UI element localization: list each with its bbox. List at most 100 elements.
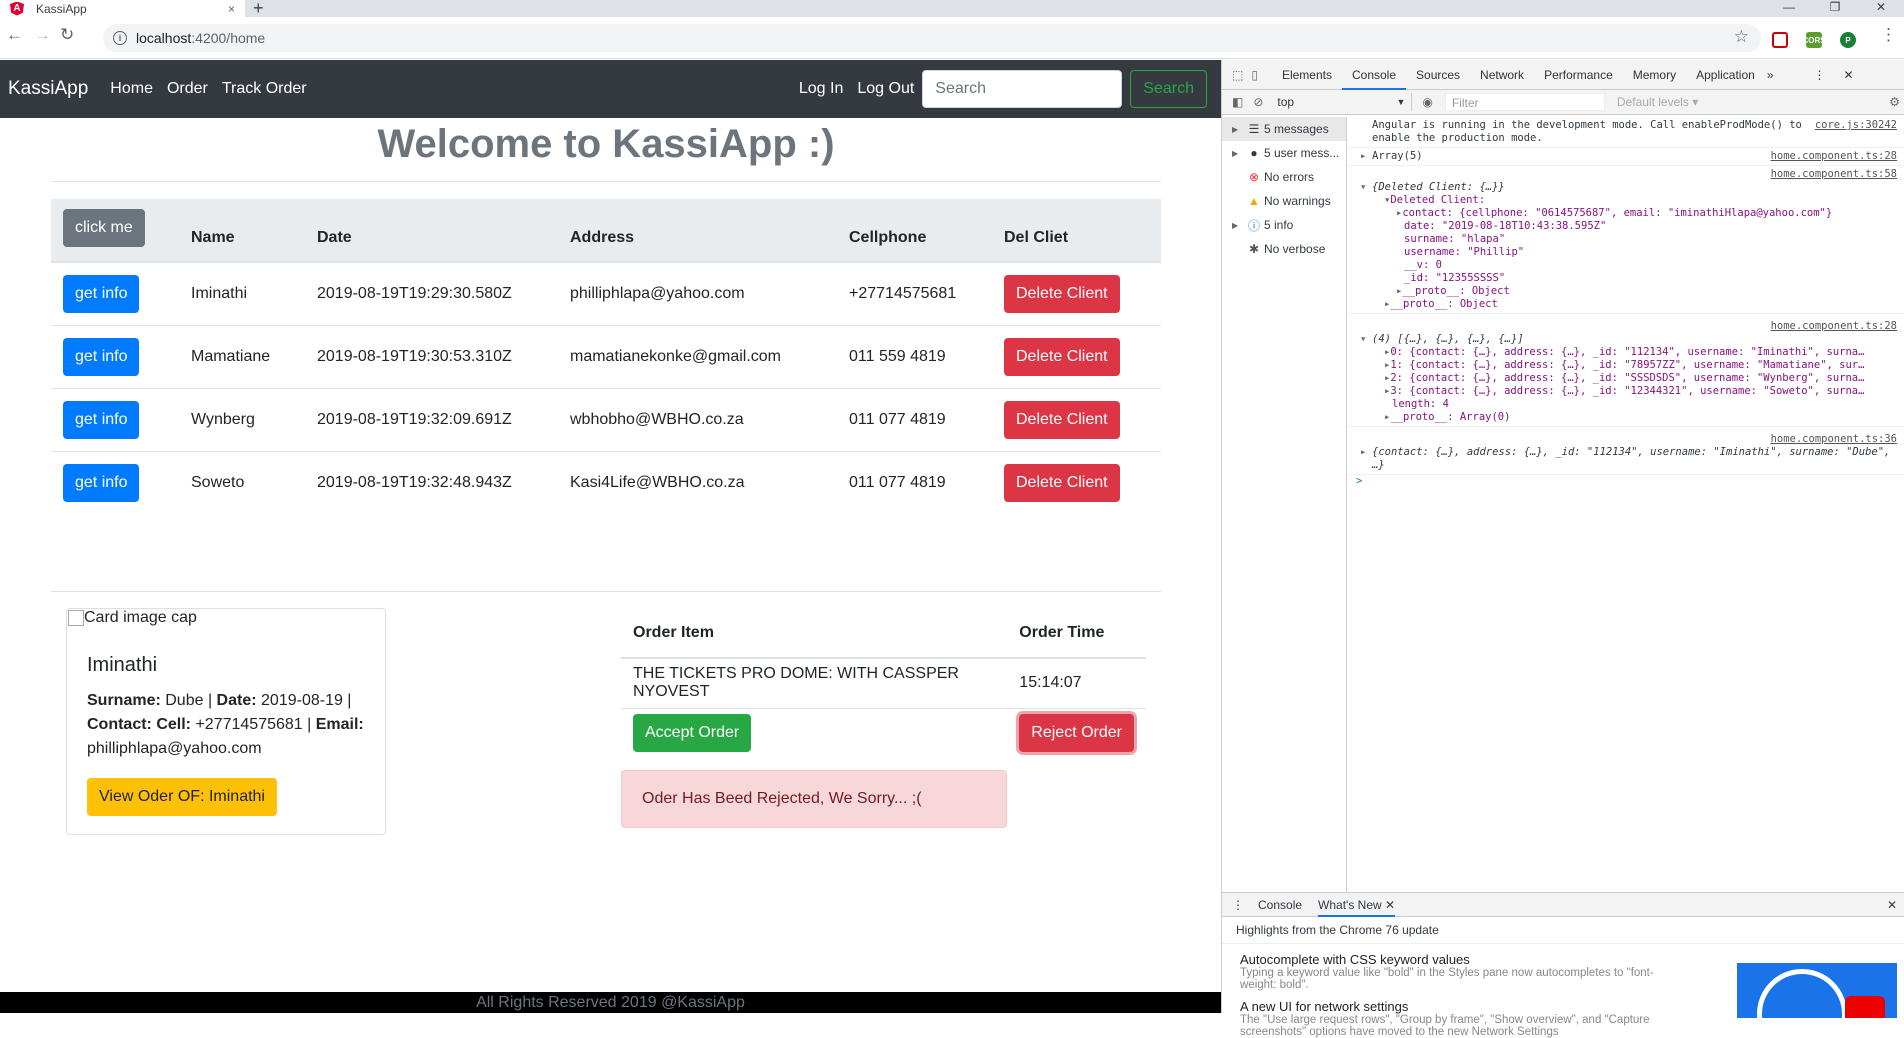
restore-icon[interactable]: ❐ [1812, 0, 1858, 17]
expand-arrow-icon[interactable]: ▾ [1360, 333, 1366, 346]
get-info-button[interactable]: get info [63, 274, 140, 313]
error-icon: ⊗ [1248, 170, 1260, 184]
url-path: :4200/home [191, 30, 266, 46]
console-prompt[interactable]: > [1348, 475, 1904, 487]
settings-gear-icon[interactable]: ⚙ [1889, 95, 1900, 109]
delete-client-button[interactable]: Delete Client [1004, 463, 1120, 502]
context-value: top [1277, 95, 1295, 109]
address-bar[interactable]: i localhost:4200/home ☆ [103, 24, 1761, 52]
client-name: Soweto [179, 450, 305, 514]
column-header-date: Date [305, 199, 558, 263]
tab-close-icon[interactable]: × [228, 2, 235, 16]
expand-arrow-icon[interactable]: ▾ [1360, 181, 1366, 194]
reload-icon[interactable]: ↻ [60, 25, 74, 45]
search-input[interactable] [922, 70, 1123, 108]
message-text: (4) [{…}, {…}, {…}, {…}] [1372, 333, 1524, 345]
more-tabs-icon[interactable]: » [1767, 68, 1774, 82]
inspect-icon[interactable]: ⬚ [1232, 68, 1243, 82]
sidebar-item-messages[interactable]: ▶ ☰ 5 messages [1222, 117, 1346, 141]
drawer-close-icon[interactable]: ✕ [1887, 898, 1897, 912]
get-info-button[interactable]: get info [63, 337, 140, 376]
tab-network[interactable]: Network [1470, 60, 1534, 90]
minimize-icon[interactable]: — [1766, 0, 1812, 17]
date-label: Date: [216, 692, 257, 709]
card-image: Card image cap [68, 609, 197, 627]
sidebar-item-warnings[interactable]: ▲ No warnings [1222, 189, 1346, 213]
surname-label: Surname: [87, 692, 161, 709]
delete-client-button[interactable]: Delete Client [1004, 337, 1120, 376]
sidebar-item-verbose[interactable]: ✱ No verbose [1222, 237, 1346, 261]
close-icon[interactable]: ✕ [1385, 898, 1395, 912]
array-entry: 0: {contact: {…}, address: {…}, _id: "11… [1390, 346, 1865, 358]
profile-avatar[interactable]: P [1840, 32, 1856, 48]
device-toggle-icon[interactable]: ▯ [1251, 68, 1258, 82]
chevron-down-icon: ▼ [1396, 97, 1406, 107]
get-info-button[interactable]: get info [63, 463, 140, 502]
search-button[interactable]: Search [1130, 70, 1207, 108]
sidebar-item-user-messages[interactable]: ▶ ● 5 user mess... [1222, 141, 1346, 165]
client-cellphone: 011 559 4819 [837, 324, 992, 388]
browser-tab[interactable]: A KassiApp × [0, 0, 245, 17]
get-info-button[interactable]: get info [63, 400, 140, 439]
devtools-close-icon[interactable]: ✕ [1844, 68, 1854, 82]
console-toolbar: ◧ ⊘ top ▼ ◉ Filter Default levels ▾ ⚙ [1222, 90, 1904, 115]
nav-link-login[interactable]: Log In [799, 80, 843, 98]
context-select[interactable]: top ▼ [1277, 93, 1413, 111]
client-address: mamatianekonke@gmail.com [558, 324, 837, 388]
tab-memory[interactable]: Memory [1623, 60, 1686, 90]
close-window-icon[interactable]: ✕ [1858, 0, 1904, 17]
column-header-cellphone: Cellphone [837, 199, 992, 263]
expand-arrow-icon[interactable]: ▸ [1360, 446, 1366, 459]
click-me-button[interactable]: click me [63, 209, 145, 247]
nav-link-order[interactable]: Order [167, 80, 208, 98]
object-prop: contact: {cellphone: "0614575687", email… [1402, 207, 1833, 219]
extension-shield-icon[interactable] [1772, 32, 1788, 48]
nav-link-track-order[interactable]: Track Order [222, 80, 307, 98]
source-link[interactable]: home.component.ts:58 [1771, 168, 1897, 181]
footer: All Rights Reserved 2019 @KassiApp [0, 992, 1221, 1013]
reject-order-button[interactable]: Reject Order [1019, 714, 1134, 753]
source-link[interactable]: home.component.ts:36 [1771, 433, 1897, 446]
source-link[interactable]: home.component.ts:28 [1771, 320, 1897, 333]
forward-icon[interactable]: → [34, 25, 51, 45]
message-text: {contact: {…}, address: {…}, _id: "11213… [1372, 446, 1891, 471]
view-order-button[interactable]: View Oder OF: Iminathi [87, 778, 277, 816]
info-icon: ⓘ [1247, 218, 1260, 233]
source-link[interactable]: core.js:30242 [1815, 119, 1897, 132]
navbar-brand[interactable]: KassiApp [8, 78, 88, 100]
devtools-menu-icon[interactable]: ⋮ [1814, 68, 1826, 82]
tab-sources[interactable]: Sources [1406, 60, 1470, 90]
drawer-tab-whats-new[interactable]: What's New ✕ [1318, 893, 1396, 917]
drawer-menu-icon[interactable]: ⋮ [1232, 898, 1244, 912]
info-icon[interactable]: i [113, 31, 127, 45]
delete-client-button[interactable]: Delete Client [1004, 400, 1120, 439]
client-cellphone: 011 077 4819 [837, 387, 992, 451]
nav-link-logout[interactable]: Log Out [857, 80, 914, 98]
tab-application[interactable]: Application [1686, 60, 1765, 90]
browser-menu-icon[interactable]: ⋮ [1880, 25, 1897, 45]
sidebar-item-errors[interactable]: ⊗ No errors [1222, 165, 1346, 189]
expand-arrow-icon[interactable]: ▸ [1360, 150, 1366, 163]
bookmark-star-icon[interactable]: ☆ [1734, 27, 1749, 47]
whats-new-video-thumbnail[interactable] [1737, 963, 1897, 1018]
tab-elements[interactable]: Elements [1272, 60, 1342, 90]
console-filter-input[interactable]: Filter [1444, 93, 1605, 111]
source-link[interactable]: home.component.ts:28 [1771, 150, 1897, 163]
back-icon[interactable]: ← [6, 25, 23, 45]
tab-performance[interactable]: Performance [1534, 60, 1623, 90]
nav-link-home[interactable]: Home [110, 80, 153, 98]
delete-client-button[interactable]: Delete Client [1004, 274, 1120, 313]
orders-table: Order Item Order Time THE TICKETS PRO DO… [621, 608, 1146, 758]
clear-console-icon[interactable]: ⊘ [1253, 95, 1263, 109]
sidebar-item-info[interactable]: ▶ ⓘ 5 info [1222, 213, 1346, 237]
accept-order-button[interactable]: Accept Order [633, 714, 752, 753]
browser-tab-strip: A KassiApp × + — ❐ ✕ [0, 0, 1904, 18]
sidebar-toggle-icon[interactable]: ◧ [1232, 95, 1243, 109]
log-levels-select[interactable]: Default levels ▾ [1617, 95, 1698, 109]
drawer-tab-console[interactable]: Console [1258, 898, 1302, 912]
tab-console[interactable]: Console [1341, 60, 1407, 90]
eye-icon[interactable]: ◉ [1422, 95, 1432, 109]
cors-extension-icon[interactable]: CORS [1802, 32, 1826, 48]
date-value: 2019-08-19 [261, 692, 343, 709]
console-message: ▸ Array(5) home.component.ts:28 [1348, 148, 1904, 166]
